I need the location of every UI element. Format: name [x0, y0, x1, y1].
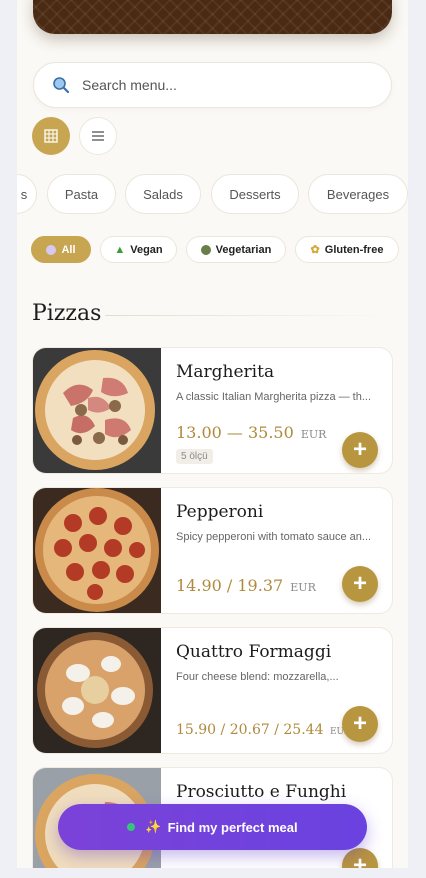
- grid-icon: [44, 129, 58, 143]
- filter-gluten-free[interactable]: ✿ Gluten-free: [295, 236, 399, 263]
- pepperoni-photo: [33, 488, 161, 613]
- filter-vegan[interactable]: ▲ Vegan: [100, 236, 177, 263]
- wheat-icon: ✿: [310, 244, 320, 256]
- margherita-photo: [33, 348, 161, 473]
- list-icon: [92, 131, 104, 141]
- search-icon: [52, 76, 70, 94]
- price-value: 13.00 — 35.50: [176, 423, 294, 442]
- status-dot: [127, 823, 136, 831]
- section-title: Pizzas: [32, 301, 102, 326]
- item-description: A classic Italian Margherita pizza — th.…: [176, 391, 372, 403]
- add-to-cart-button[interactable]: +: [342, 848, 378, 868]
- plus-icon: +: [352, 570, 367, 597]
- category-label: Salads: [143, 186, 183, 202]
- category-label: s: [20, 186, 28, 202]
- find-perfect-meal-button[interactable]: ✨ Find my perfect meal: [58, 804, 367, 850]
- item-description: Four cheese blend: mozzarella,...: [176, 671, 339, 683]
- item-description: Spicy pepperoni with tomato sauce an...: [176, 531, 372, 543]
- filter-all[interactable]: All: [31, 236, 91, 263]
- dietary-filters: All ▲ Vegan Vegetarian ✿ Gluten-free: [17, 236, 408, 264]
- plus-icon: +: [352, 852, 367, 868]
- size-count-badge: 5 ölçü: [176, 449, 213, 464]
- list-view-button[interactable]: [79, 117, 117, 155]
- category-tabs: s Pasta Salads Desserts Beverages: [17, 174, 408, 216]
- sparkles-icon: ✨: [145, 819, 162, 834]
- salad-icon: [200, 244, 211, 255]
- price-value: 14.90 / 19.37: [176, 576, 284, 595]
- search-bar[interactable]: [33, 62, 392, 108]
- category-tab-desserts[interactable]: Desserts: [211, 174, 299, 214]
- sprout-icon: ▲: [114, 243, 126, 256]
- item-price: 14.90 / 19.37 EUR: [176, 576, 316, 595]
- section-divider: [105, 315, 392, 316]
- filter-label: Vegan: [130, 243, 163, 256]
- category-label: Beverages: [326, 186, 390, 202]
- menu-item-card[interactable]: Quattro Formaggi Four cheese blend: mozz…: [32, 627, 393, 754]
- item-name: Pepperoni: [176, 502, 264, 522]
- plus-icon: +: [352, 436, 367, 463]
- item-price: 13.00 — 35.50 EUR: [176, 423, 326, 442]
- category-tab-salads[interactable]: Salads: [125, 174, 201, 214]
- item-name: Prosciutto e Funghi: [176, 782, 347, 802]
- filter-label: Vegetarian: [215, 243, 272, 256]
- plus-icon: +: [352, 710, 367, 737]
- filter-vegetarian[interactable]: Vegetarian: [186, 236, 286, 263]
- all-icon: [46, 244, 57, 255]
- menu-item-card[interactable]: Pepperoni Spicy pepperoni with tomato sa…: [32, 487, 393, 614]
- price-value: 15.90 / 20.67 / 25.44: [176, 722, 324, 738]
- category-label: Pasta: [64, 186, 99, 202]
- price-currency: EUR: [290, 581, 316, 594]
- filter-label: All: [61, 243, 76, 256]
- category-tab-pasta[interactable]: Pasta: [47, 174, 116, 214]
- item-price: 15.90 / 20.67 / 25.44 EUR: [176, 722, 351, 738]
- menu-item-card[interactable]: Margherita A classic Italian Margherita …: [32, 347, 393, 474]
- filter-label: Gluten-free: [324, 243, 384, 256]
- grid-view-button[interactable]: [32, 117, 70, 155]
- item-name: Margherita: [176, 362, 275, 382]
- add-to-cart-button[interactable]: +: [342, 566, 378, 602]
- price-currency: EUR: [300, 428, 327, 441]
- menu-screen: s Pasta Salads Desserts Beverages All ▲ …: [17, 0, 408, 868]
- find-meal-label: Find my perfect meal: [167, 819, 298, 835]
- item-name: Quattro Formaggi: [176, 642, 332, 662]
- hero-banner: [33, 0, 392, 34]
- category-label: Desserts: [229, 186, 281, 202]
- category-tab-beverages[interactable]: Beverages: [308, 174, 408, 214]
- category-tab[interactable]: s: [17, 174, 37, 214]
- add-to-cart-button[interactable]: +: [342, 706, 378, 742]
- add-to-cart-button[interactable]: +: [342, 432, 378, 468]
- search-input[interactable]: [80, 76, 354, 94]
- quattro-formaggi-photo: [33, 628, 161, 753]
